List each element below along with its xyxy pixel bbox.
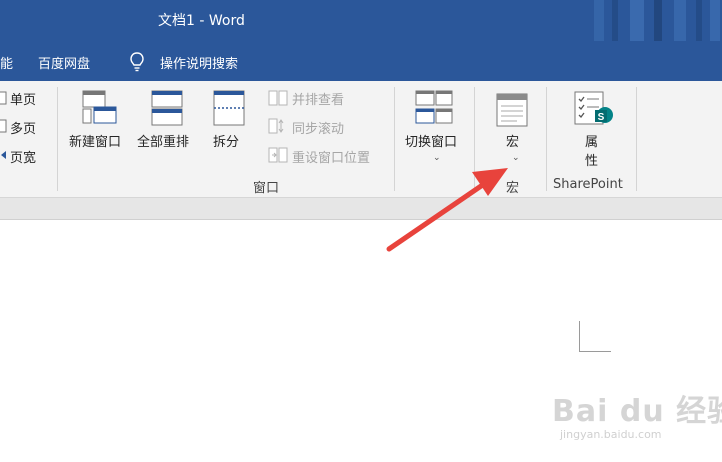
window-group-label: 窗口 (253, 181, 280, 196)
sync-scroll-icon (268, 118, 284, 134)
tab-partial[interactable]: 能 (0, 53, 13, 72)
sharepoint-properties-icon: S (574, 91, 613, 125)
lightbulb-icon[interactable] (128, 51, 146, 73)
split-icon (213, 90, 245, 126)
arrange-all-button[interactable]: 全部重排 (137, 131, 189, 150)
split-button[interactable]: 拆分 (213, 131, 239, 150)
tell-me-search[interactable]: 操作说明搜索 (160, 53, 238, 72)
baidu-watermark: Bai du 经验 jingyan.baidu.com (552, 386, 722, 458)
switch-windows-icon (415, 90, 453, 124)
page-margin-mark (579, 321, 580, 351)
ribbon-tabs: 能 百度网盘 操作说明搜索 (0, 41, 722, 81)
group-separator (546, 87, 547, 191)
macros-icon (496, 93, 528, 127)
window-title: 文档1 - Word (158, 13, 245, 29)
multiple-pages-button[interactable]: 多页 (10, 118, 36, 137)
page-width-icon (1, 151, 6, 159)
new-window-icon (82, 90, 117, 124)
tab-baidu-netdisk[interactable]: 百度网盘 (38, 53, 90, 72)
annotation-arrow-icon (386, 168, 508, 252)
page-margin-mark (579, 351, 611, 352)
group-separator (636, 87, 637, 191)
side-by-side-icon (268, 90, 288, 106)
svg-text:S: S (598, 112, 605, 123)
one-page-icon (0, 91, 7, 105)
arrange-all-icon (151, 90, 183, 126)
view-side-by-side-button[interactable]: 并排查看 (292, 89, 344, 108)
properties-label-line1[interactable]: 属 (585, 131, 598, 150)
multiple-pages-icon (0, 119, 7, 133)
watermark-url: jingyan.baidu.com (560, 428, 662, 441)
reset-window-position-icon (268, 147, 288, 163)
one-page-button[interactable]: 单页 (10, 89, 36, 108)
reset-window-position-button[interactable]: 重设窗口位置 (292, 147, 370, 166)
new-window-button[interactable]: 新建窗口 (69, 131, 121, 150)
macros-button[interactable]: 宏 (506, 131, 519, 150)
page-width-button[interactable]: 页宽 (10, 147, 36, 166)
synchronous-scrolling-button[interactable]: 同步滚动 (292, 118, 344, 137)
title-bar-decoration (594, 0, 720, 41)
switch-windows-button[interactable]: 切换窗口 (405, 131, 457, 150)
ribbon-collapse-strip (0, 198, 722, 220)
title-bar: 文档1 - Word (0, 0, 722, 41)
ribbon: 单页 多页 页宽 新建窗口 全部重排 拆分 并排查看 同步滚动 重设窗口位置 切… (0, 81, 722, 198)
watermark-logo: Bai du 经验 (552, 394, 722, 429)
group-separator (57, 87, 58, 191)
properties-label-line2[interactable]: 性 (585, 150, 598, 169)
sharepoint-group-label: SharePoint (553, 177, 623, 192)
